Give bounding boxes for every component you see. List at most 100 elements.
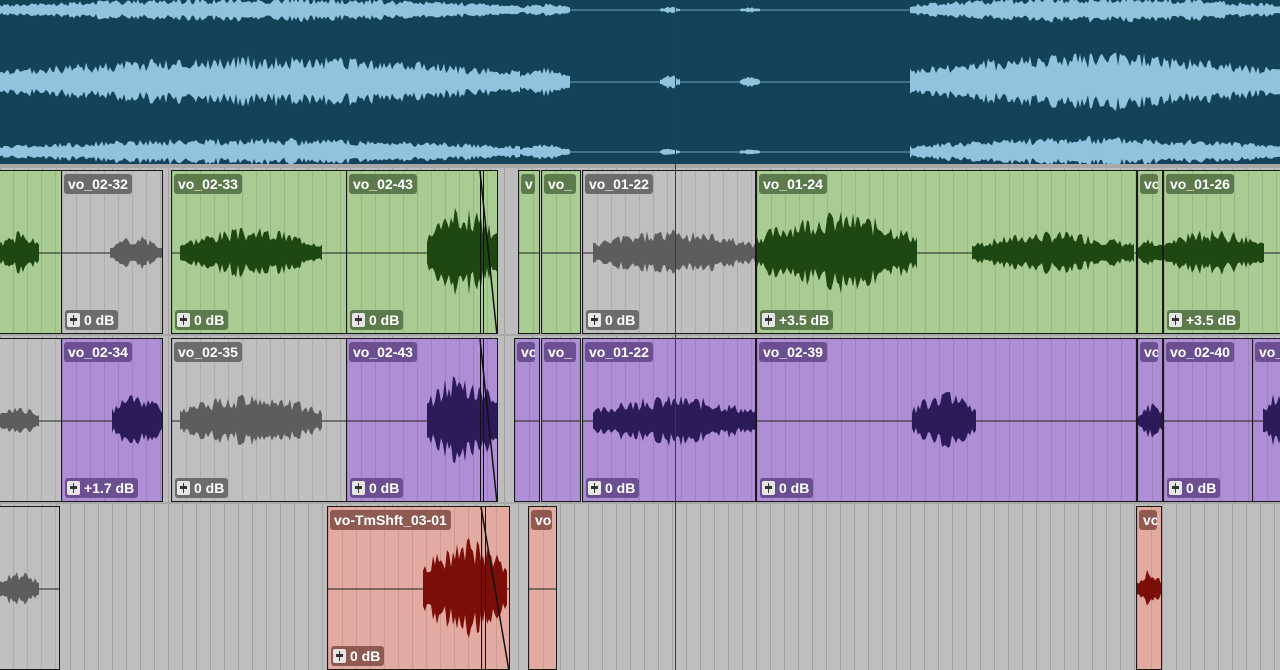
clip-name-label: vo_ <box>544 342 576 362</box>
red-track-clip-3[interactable]: vo <box>1136 506 1162 670</box>
master-waveform-segment <box>740 7 760 13</box>
clip-name-label: vo-TmShft_03-01 <box>330 510 451 530</box>
fader-icon <box>177 481 190 495</box>
clip-gain-badge[interactable]: 0 dB <box>350 310 404 330</box>
fader-icon <box>333 649 346 663</box>
clip-gain-badge[interactable]: 0 dB <box>1167 478 1221 498</box>
master-waveform <box>0 0 1280 164</box>
playhead-cursor[interactable] <box>675 0 676 670</box>
clip-waveform <box>1138 239 1162 266</box>
clip-gain-badge[interactable]: 0 dB <box>175 478 229 498</box>
red-track-clip-0[interactable] <box>0 506 60 670</box>
purple-track-clip-6[interactable]: vo_01-22 0 dB <box>582 338 756 502</box>
clip-gain-badge[interactable]: 0 dB <box>65 310 119 330</box>
clip-gain-badge[interactable]: 0 dB <box>331 646 385 666</box>
master-waveform-track[interactable] <box>0 0 1280 164</box>
red-track-lane[interactable] <box>0 504 1280 670</box>
waveform-segment <box>110 236 162 270</box>
clip-gain-badge[interactable]: 0 dB <box>175 310 229 330</box>
purple-track-clip-2[interactable]: vo_02-35 0 dB <box>171 338 347 502</box>
purple-track-clip-1[interactable]: vo_02-34 +1.7 dB <box>61 338 163 502</box>
fade-handle[interactable] <box>485 507 486 669</box>
clip-gain-badge[interactable]: 0 dB <box>586 478 640 498</box>
waveform-segment <box>972 231 1134 275</box>
clip-name-label: v <box>521 174 535 194</box>
clip-gain-badge[interactable]: +1.7 dB <box>65 478 139 498</box>
clip-waveform <box>0 407 61 433</box>
waveform-segment <box>0 572 39 605</box>
green-track-clip-6[interactable]: vo_01-22 0 dB <box>582 170 756 334</box>
clip-gain-value: +3.5 dB <box>1186 312 1237 328</box>
master-waveform-segment <box>0 137 520 164</box>
purple-track-clip-7[interactable]: vo_02-39 0 dB <box>756 338 1137 502</box>
fade-handle[interactable] <box>480 339 481 501</box>
green-track-clip-8[interactable]: vo <box>1137 170 1163 334</box>
waveform-segment <box>180 394 322 446</box>
waveform-segment <box>912 392 976 448</box>
green-track-clip-2[interactable]: vo_02-33 0 dB <box>171 170 347 334</box>
clip-name-label: vo <box>517 342 535 362</box>
clip-gain-value: 0 dB <box>369 480 400 496</box>
master-waveform-segment <box>660 6 680 14</box>
green-track-clip-0[interactable] <box>0 170 62 334</box>
red-track-clip-2[interactable]: vo <box>528 506 557 670</box>
green-track-clip-5[interactable]: vo_ <box>541 170 581 334</box>
fader-icon <box>67 481 80 495</box>
clip-waveform <box>1138 403 1162 438</box>
waveform-segment <box>112 395 162 445</box>
waveform-segment <box>180 227 322 278</box>
green-track-clip-3[interactable]: vo_02-43 0 dB <box>346 170 498 334</box>
clip-name-label: vo_01-22 <box>585 342 653 362</box>
fader-icon <box>177 313 190 327</box>
clip-gain-badge[interactable]: 0 dB <box>586 310 640 330</box>
fade-handle[interactable] <box>480 171 481 333</box>
clip-name-label: vo_02-33 <box>174 174 242 194</box>
green-track-clip-4[interactable]: v <box>518 170 540 334</box>
clip-waveform <box>515 420 539 422</box>
clip-gain-badge[interactable]: 0 dB <box>350 478 404 498</box>
clip-gain-badge[interactable]: 0 dB <box>760 478 814 498</box>
clip-waveform <box>529 588 556 590</box>
fader-icon <box>1169 313 1182 327</box>
fader-icon <box>588 481 601 495</box>
timeline-editor[interactable]: vo_02-32 0 dB vo_02-33 0 dB vo_02-43 0 dB v vo_… <box>0 0 1280 670</box>
clip-name-label: vo <box>531 510 552 530</box>
clip-name-label: vo_ <box>544 174 576 194</box>
clip-name-label: vo_02-40 <box>1166 342 1234 362</box>
clip-gain-badge[interactable]: +3.5 dB <box>760 310 834 330</box>
master-waveform-segment <box>520 67 570 97</box>
fader-icon <box>762 481 775 495</box>
clip-name-label: vo_02-34 <box>64 342 132 362</box>
purple-track-clip-3[interactable]: vo_02-43 0 dB <box>346 338 498 502</box>
clip-gain-value: 0 dB <box>350 648 381 664</box>
purple-track-clip-9[interactable]: vo_02-40 0 dB <box>1163 338 1253 502</box>
clip-gain-badge[interactable]: +3.5 dB <box>1167 310 1241 330</box>
purple-track-clip-0[interactable] <box>0 338 62 502</box>
clip-name-label: vo <box>1140 342 1158 362</box>
green-track-clip-7[interactable]: vo_01-24 +3.5 dB <box>756 170 1137 334</box>
purple-track-clip-4[interactable]: vo <box>514 338 540 502</box>
purple-track-clip-5[interactable]: vo_ <box>541 338 581 502</box>
clip-name-label: vo <box>1139 510 1157 530</box>
clip-gain-value: 0 dB <box>369 312 400 328</box>
master-waveform-segment <box>520 3 570 17</box>
fade-handle[interactable] <box>483 339 484 501</box>
master-waveform-segment <box>910 0 1280 23</box>
clip-gain-value: 0 dB <box>194 480 225 496</box>
fade-handle[interactable] <box>481 507 482 669</box>
fade-handle[interactable] <box>483 171 484 333</box>
green-track-clip-9[interactable]: vo_01-26 +3.5 dB <box>1163 170 1280 334</box>
clip-waveform <box>1253 394 1280 446</box>
waveform-segment <box>1138 239 1162 266</box>
purple-track-clip-10[interactable]: vo_ <box>1252 338 1280 502</box>
green-track-clip-1[interactable]: vo_02-32 0 dB <box>61 170 163 334</box>
waveform-segment <box>1164 229 1264 275</box>
clip-gain-value: 0 dB <box>84 312 115 328</box>
red-track-clip-1[interactable]: vo-TmShft_03-01 0 dB <box>327 506 510 670</box>
purple-track-clip-8[interactable]: vo <box>1137 338 1163 502</box>
waveform-segment <box>593 395 755 446</box>
clip-name-label: vo_01-24 <box>759 174 827 194</box>
clip-waveform <box>0 231 61 274</box>
clip-name-label: vo_01-22 <box>585 174 653 194</box>
fader-icon <box>1169 481 1182 495</box>
